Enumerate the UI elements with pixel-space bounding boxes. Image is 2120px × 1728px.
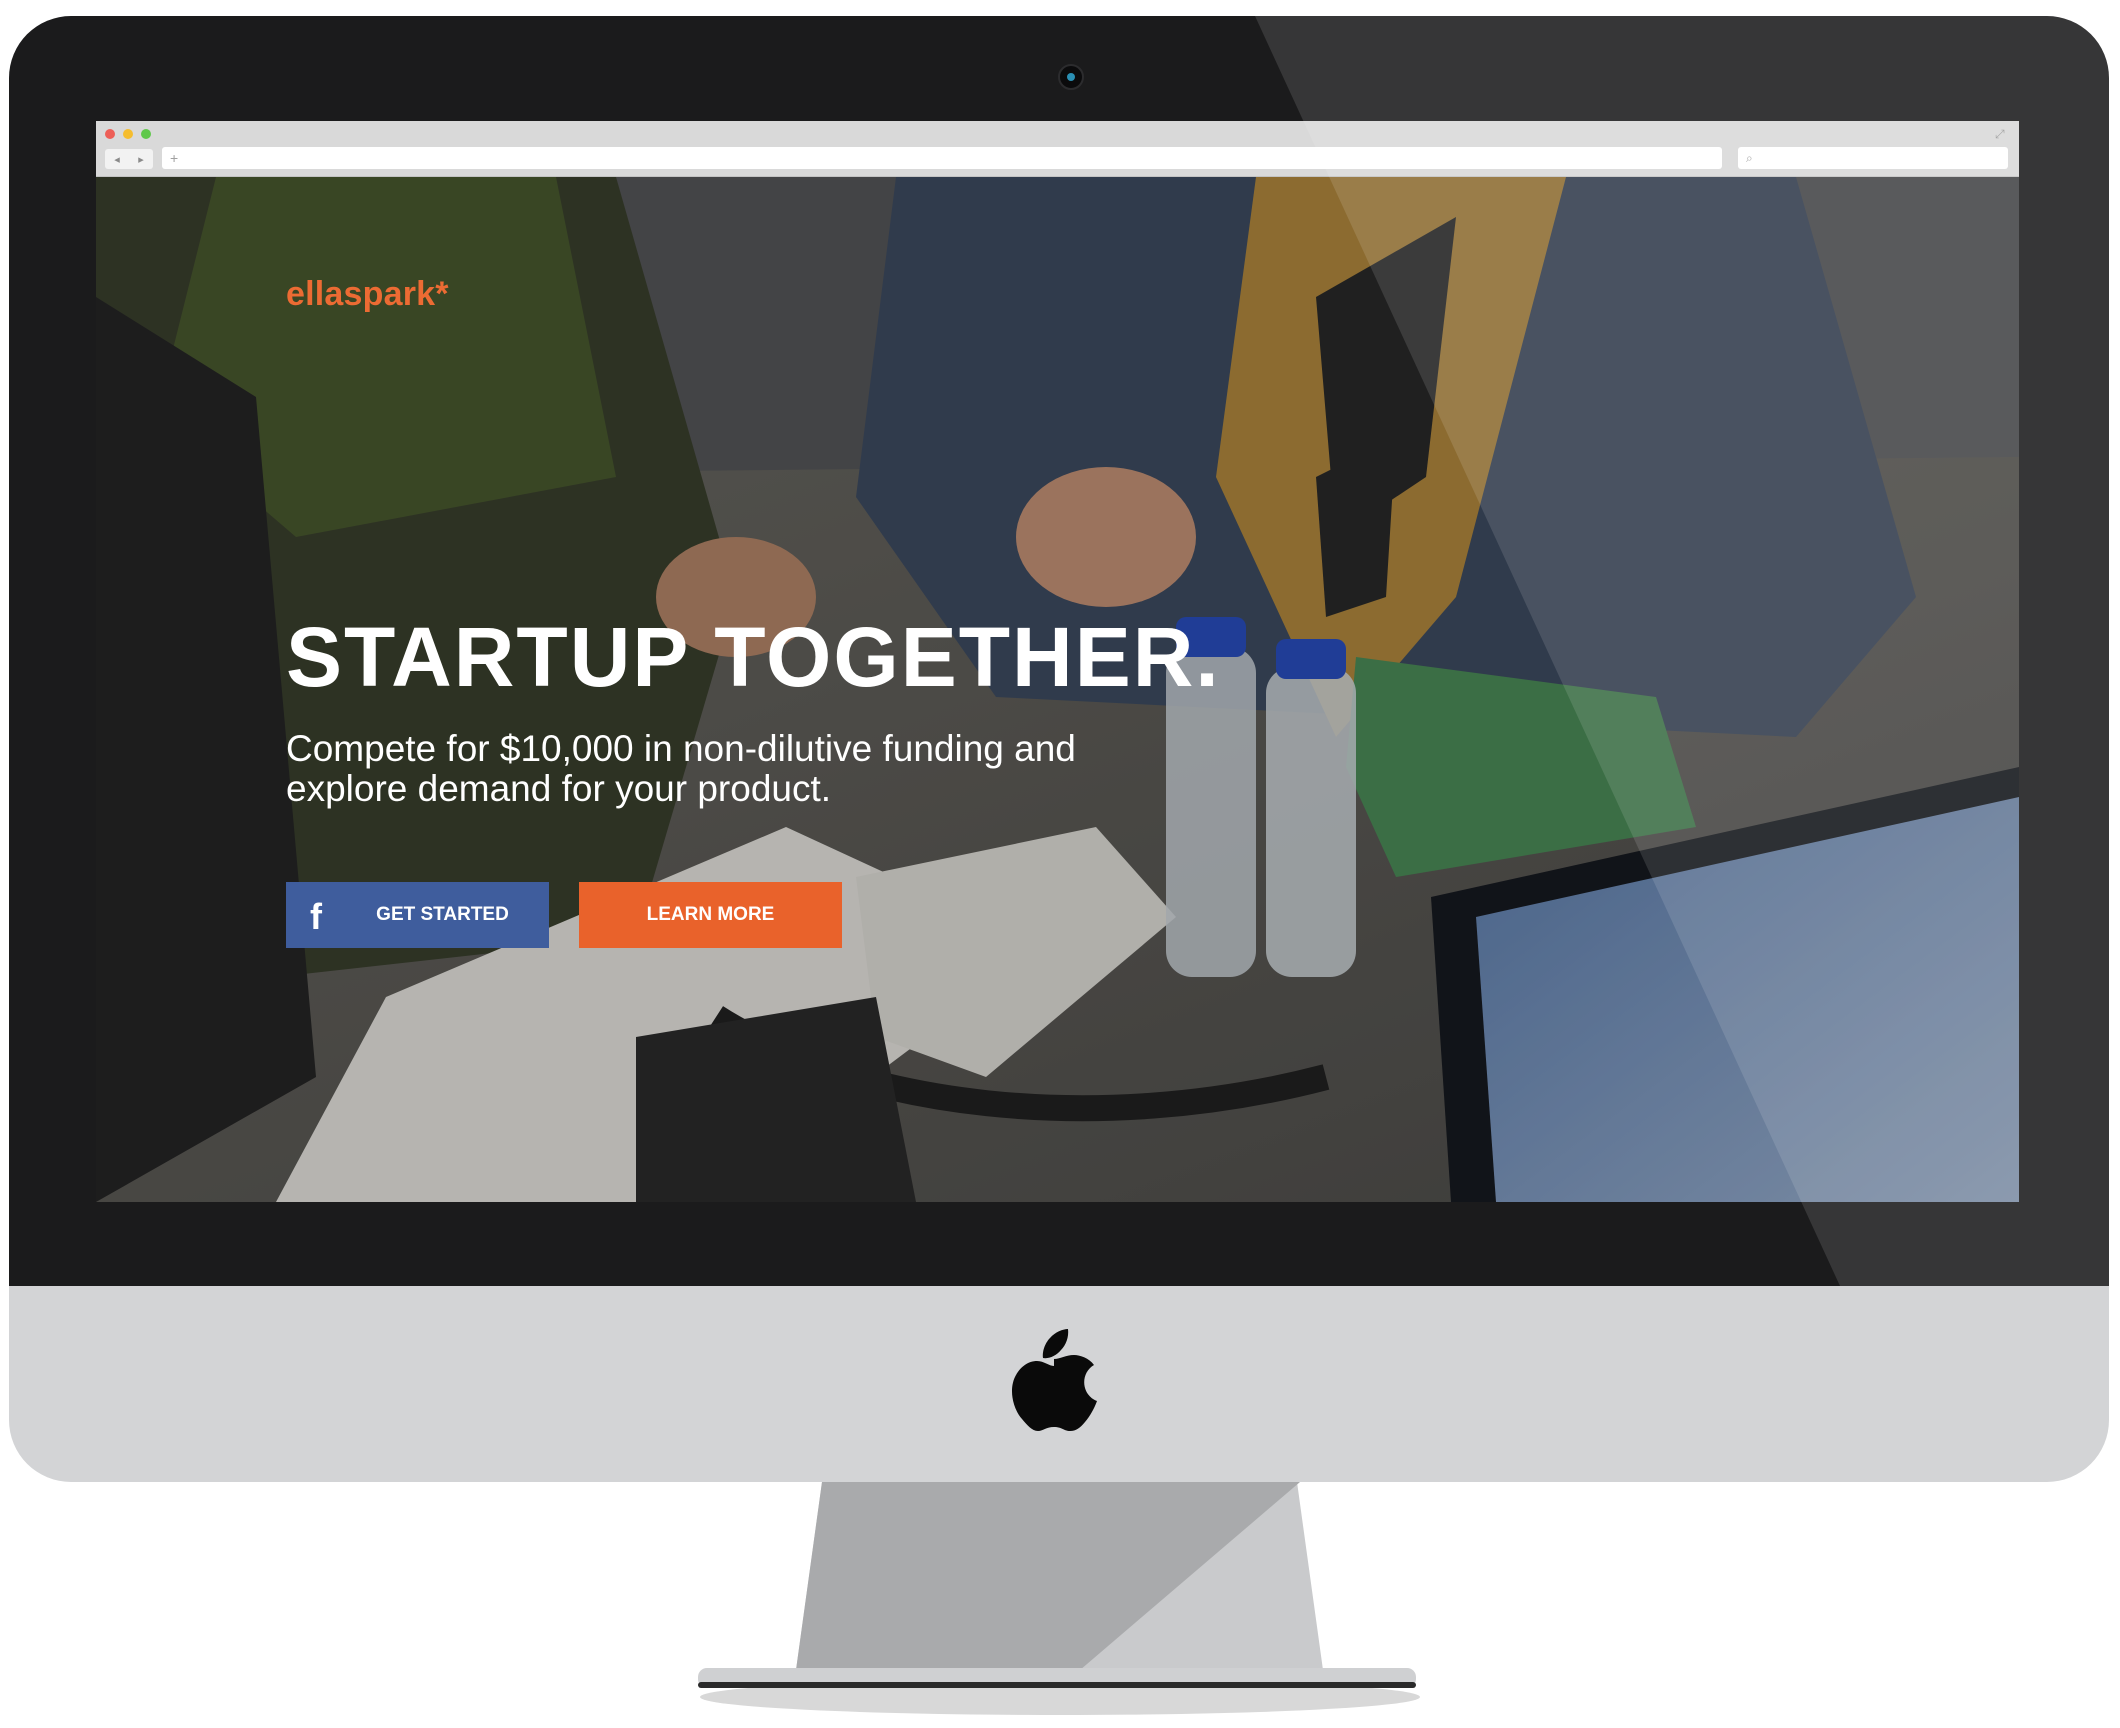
zoom-window-button[interactable]	[141, 129, 151, 139]
hero-section: ellaspark* STARTUP TOGETHER. Compete for…	[96, 177, 2019, 1202]
facebook-icon: f	[310, 896, 322, 937]
learn-more-button[interactable]: LEARN MORE	[579, 882, 842, 948]
screen: ◂ ▸ + ⌕ ⤢ ellaspark* STARTUP TOGETHER. C…	[96, 121, 2019, 1202]
site-logo[interactable]: ellaspark*	[286, 275, 449, 314]
apple-logo-icon	[1010, 1327, 1098, 1431]
search-input[interactable]: ⌕	[1738, 147, 2008, 169]
hero-headline: STARTUP TOGETHER.	[286, 610, 1221, 704]
forward-arrow-icon[interactable]: ▸	[138, 153, 144, 166]
subhead-line-1: Compete for $10,000 in non-dilutive fund…	[286, 728, 1076, 769]
fullscreen-icon[interactable]: ⤢	[1995, 127, 2009, 141]
back-arrow-icon[interactable]: ◂	[114, 153, 120, 166]
nav-buttons: ◂ ▸	[105, 149, 153, 169]
close-window-button[interactable]	[105, 129, 115, 139]
get-started-label: GET STARTED	[376, 904, 509, 925]
learn-more-label: LEARN MORE	[646, 904, 775, 925]
new-tab-icon[interactable]: +	[170, 150, 178, 166]
camera-icon	[1058, 64, 1084, 90]
subhead-line-2: explore demand for your product.	[286, 768, 832, 809]
minimize-window-button[interactable]	[123, 129, 133, 139]
browser-toolbar: ◂ ▸ + ⌕ ⤢	[96, 121, 2019, 177]
get-started-facebook-button[interactable]: f GET STARTED	[286, 882, 549, 948]
hero-subheadline: Compete for $10,000 in non-dilutive fund…	[286, 729, 1246, 809]
search-icon: ⌕	[1746, 151, 1753, 165]
address-bar[interactable]: +	[162, 147, 1722, 169]
